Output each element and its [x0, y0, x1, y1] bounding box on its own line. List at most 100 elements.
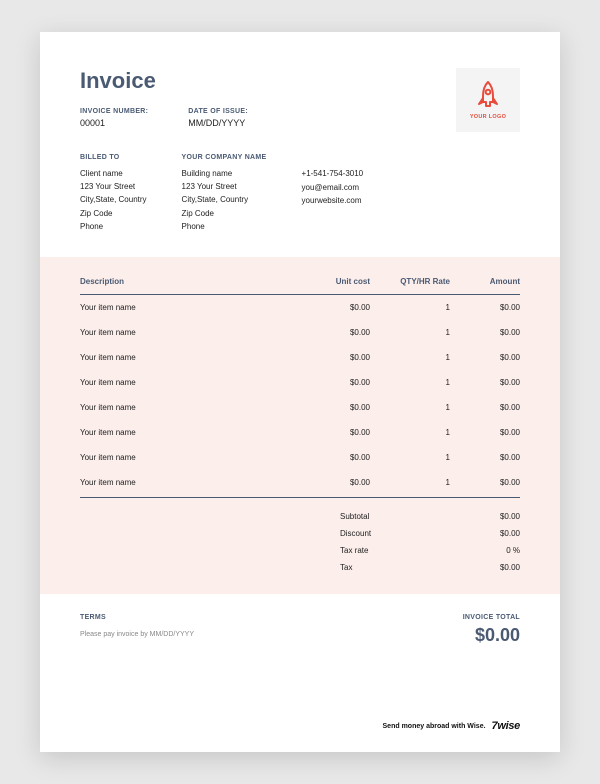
tax-rate-label: Tax rate [80, 546, 450, 555]
item-amount: $0.00 [450, 453, 520, 462]
totals-block: Subtotal $0.00 Discount $0.00 Tax rate 0… [80, 508, 520, 576]
item-unit-cost: $0.00 [300, 428, 370, 437]
company-line: City,State, Country [182, 193, 267, 206]
item-qty: 1 [370, 303, 450, 312]
company-line: Phone [182, 220, 267, 233]
items-bottom-rule [80, 497, 520, 498]
item-description: Your item name [80, 303, 300, 312]
item-amount: $0.00 [450, 403, 520, 412]
subtotal-value: $0.00 [450, 512, 520, 521]
invoice-total-block: INVOICE TOTAL $0.00 [463, 614, 520, 646]
logo-text: YOUR LOGO [470, 114, 506, 120]
contact-block: +1-541-754-3010 you@email.com yourwebsit… [302, 154, 364, 233]
page-title: Invoice [80, 68, 248, 94]
header-amount: Amount [450, 277, 520, 286]
item-qty: 1 [370, 378, 450, 387]
item-row: Your item name$0.001$0.00 [80, 445, 520, 470]
terms-block: TERMS Please pay invoice by MM/DD/YYYY [80, 614, 194, 638]
item-description: Your item name [80, 428, 300, 437]
item-row: Your item name$0.001$0.00 [80, 345, 520, 370]
item-description: Your item name [80, 478, 300, 487]
invoice-total-amount: $0.00 [463, 625, 520, 646]
company-line: Building name [182, 167, 267, 180]
footer-row: TERMS Please pay invoice by MM/DD/YYYY I… [80, 614, 520, 646]
logo-placeholder: YOUR LOGO [456, 68, 520, 132]
header-qty: QTY/HR Rate [370, 277, 450, 286]
item-amount: $0.00 [450, 378, 520, 387]
meta-row: INVOICE NUMBER: 00001 DATE OF ISSUE: MM/… [80, 108, 248, 128]
billed-to-line: 123 Your Street [80, 180, 147, 193]
item-description: Your item name [80, 403, 300, 412]
header-unit-cost: Unit cost [300, 277, 370, 286]
tax-rate-row: Tax rate 0 % [80, 542, 520, 559]
brand-tagline: Send money abroad with Wise. [383, 723, 486, 730]
header-description: Description [80, 277, 300, 286]
addresses-row: BILLED TO Client name 123 Your Street Ci… [80, 154, 520, 233]
invoice-page: Invoice INVOICE NUMBER: 00001 DATE OF IS… [40, 32, 560, 752]
item-description: Your item name [80, 328, 300, 337]
item-amount: $0.00 [450, 303, 520, 312]
discount-row: Discount $0.00 [80, 525, 520, 542]
billed-to-line: Client name [80, 167, 147, 180]
item-unit-cost: $0.00 [300, 403, 370, 412]
item-row: Your item name$0.001$0.00 [80, 395, 520, 420]
tax-row: Tax $0.00 [80, 559, 520, 576]
invoice-number-label: INVOICE NUMBER: [80, 108, 148, 115]
item-description: Your item name [80, 353, 300, 362]
date-block: DATE OF ISSUE: MM/DD/YYYY [188, 108, 248, 128]
billed-to-line: Phone [80, 220, 147, 233]
item-row: Your item name$0.001$0.00 [80, 420, 520, 445]
item-unit-cost: $0.00 [300, 303, 370, 312]
item-qty: 1 [370, 328, 450, 337]
contact-website: yourwebsite.com [302, 194, 364, 208]
tax-rate-value: 0 % [450, 546, 520, 555]
billed-to-line: Zip Code [80, 207, 147, 220]
billed-to-block: BILLED TO Client name 123 Your Street Ci… [80, 154, 147, 233]
billed-to-label: BILLED TO [80, 154, 147, 161]
item-amount: $0.00 [450, 428, 520, 437]
contact-spacer [302, 154, 364, 161]
invoice-number-value: 00001 [80, 118, 148, 128]
item-row: Your item name$0.001$0.00 [80, 320, 520, 345]
item-qty: 1 [370, 478, 450, 487]
subtotal-row: Subtotal $0.00 [80, 508, 520, 525]
company-line: 123 Your Street [182, 180, 267, 193]
contact-phone: +1-541-754-3010 [302, 167, 364, 181]
terms-note: Please pay invoice by MM/DD/YYYY [80, 631, 194, 638]
tax-label: Tax [80, 563, 450, 572]
item-unit-cost: $0.00 [300, 478, 370, 487]
rocket-icon [474, 80, 502, 110]
item-qty: 1 [370, 353, 450, 362]
item-qty: 1 [370, 428, 450, 437]
item-qty: 1 [370, 453, 450, 462]
item-row: Your item name$0.001$0.00 [80, 295, 520, 320]
items-header: Description Unit cost QTY/HR Rate Amount [80, 277, 520, 295]
discount-value: $0.00 [450, 529, 520, 538]
item-description: Your item name [80, 453, 300, 462]
company-line: Zip Code [182, 207, 267, 220]
item-row: Your item name$0.001$0.00 [80, 470, 520, 495]
item-unit-cost: $0.00 [300, 353, 370, 362]
contact-email: you@email.com [302, 181, 364, 195]
brand-row: Send money abroad with Wise. 7wise [383, 720, 520, 732]
date-of-issue-label: DATE OF ISSUE: [188, 108, 248, 115]
item-amount: $0.00 [450, 353, 520, 362]
item-amount: $0.00 [450, 328, 520, 337]
items-section: Description Unit cost QTY/HR Rate Amount… [40, 257, 560, 594]
tax-value: $0.00 [450, 563, 520, 572]
discount-label: Discount [80, 529, 450, 538]
item-qty: 1 [370, 403, 450, 412]
item-row: Your item name$0.001$0.00 [80, 370, 520, 395]
item-unit-cost: $0.00 [300, 378, 370, 387]
item-unit-cost: $0.00 [300, 453, 370, 462]
item-unit-cost: $0.00 [300, 328, 370, 337]
header-left: Invoice INVOICE NUMBER: 00001 DATE OF IS… [80, 68, 248, 128]
invoice-total-label: INVOICE TOTAL [463, 614, 520, 621]
header-row: Invoice INVOICE NUMBER: 00001 DATE OF IS… [80, 68, 520, 132]
brand-name: 7wise [492, 720, 520, 732]
items-body: Your item name$0.001$0.00Your item name$… [80, 295, 520, 495]
item-description: Your item name [80, 378, 300, 387]
item-amount: $0.00 [450, 478, 520, 487]
invoice-number-block: INVOICE NUMBER: 00001 [80, 108, 148, 128]
billed-to-line: City,State, Country [80, 193, 147, 206]
